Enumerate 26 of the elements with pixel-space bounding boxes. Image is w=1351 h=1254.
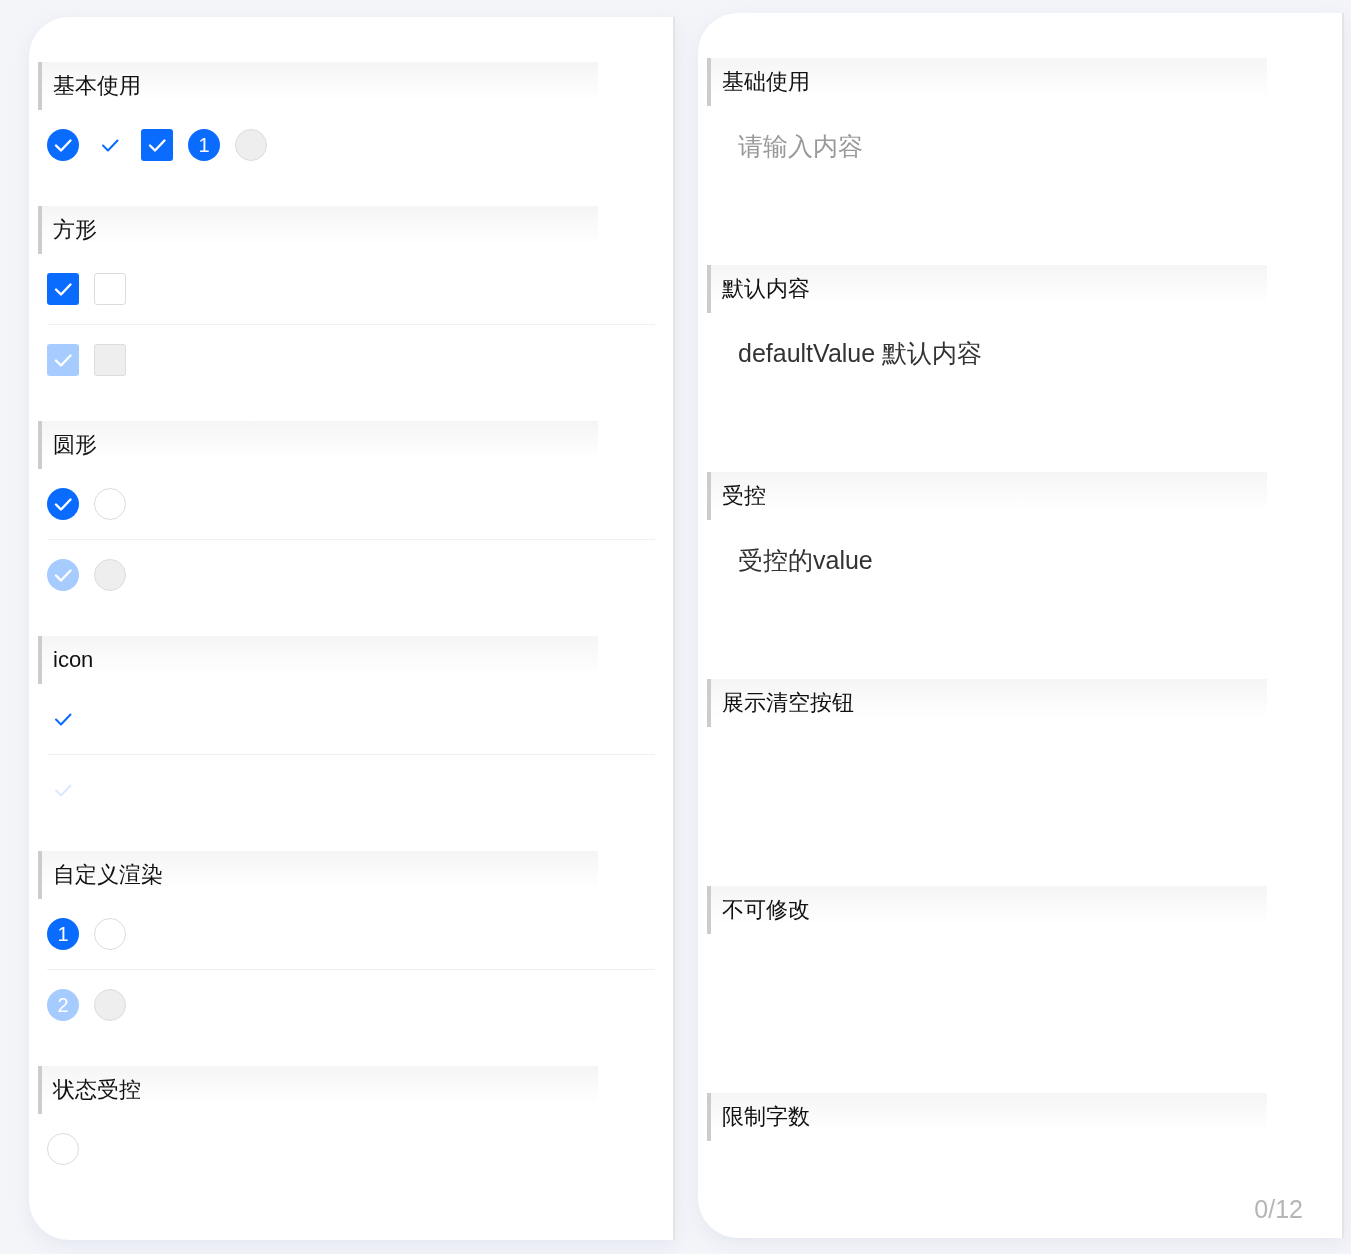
- section-title: 方形: [53, 216, 97, 244]
- section-title: 自定义渲染: [53, 861, 163, 889]
- section-title: 状态受控: [53, 1076, 141, 1104]
- text-field[interactable]: defaultValue 默认内容: [738, 337, 983, 370]
- section-title: 限制字数: [722, 1103, 810, 1131]
- number-checkbox[interactable]: 1: [47, 918, 79, 950]
- text-field[interactable]: 受控的value: [738, 544, 873, 577]
- round-checkbox[interactable]: [47, 488, 79, 520]
- section-title: 基础使用: [722, 68, 810, 96]
- section-title: 展示清空按钮: [722, 689, 854, 717]
- character-counter: 0/12: [1254, 1195, 1303, 1224]
- square-checkbox[interactable]: [141, 129, 173, 161]
- text-field[interactable]: 请输入内容: [738, 130, 863, 163]
- square-checkbox[interactable]: [47, 273, 79, 305]
- round-checkbox[interactable]: [47, 1133, 79, 1165]
- round-checkbox[interactable]: [94, 488, 126, 520]
- section-title: 不可修改: [722, 896, 810, 924]
- round-checkbox[interactable]: [47, 129, 79, 161]
- number-checkbox[interactable]: 1: [188, 129, 220, 161]
- section-title: icon: [53, 646, 94, 674]
- section-title: 默认内容: [722, 275, 810, 303]
- section-title: 基本使用: [53, 72, 141, 100]
- square-checkbox[interactable]: [94, 273, 126, 305]
- section-title: 圆形: [53, 431, 97, 459]
- section-title: 受控: [722, 482, 766, 510]
- round-checkbox[interactable]: [94, 918, 126, 950]
